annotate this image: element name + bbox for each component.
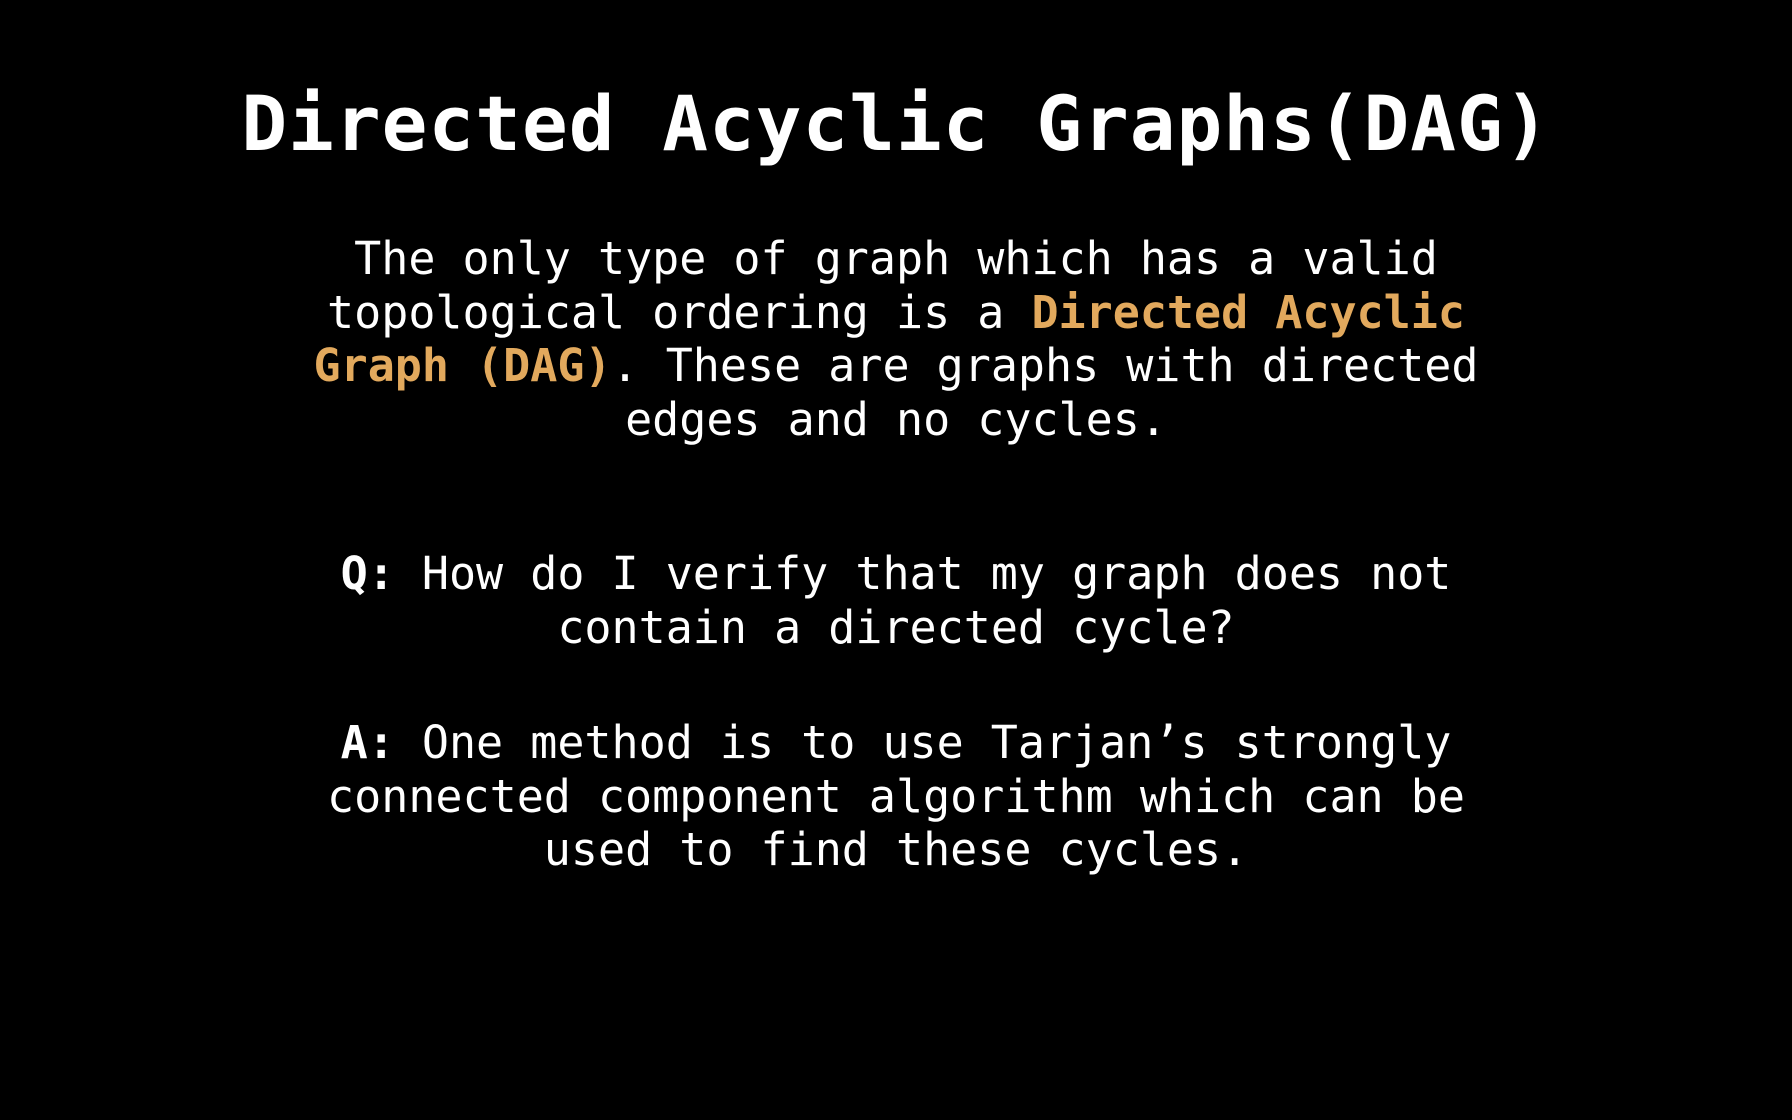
intro-line-3: Graph (DAG). These are graphs with direc… — [0, 339, 1792, 393]
intro-line-2-text: topological ordering is a — [327, 285, 1032, 339]
dag-highlight-part-1: Directed Acyclic — [1031, 285, 1465, 339]
question-paragraph: Q: How do I verify that my graph does no… — [0, 547, 1792, 654]
question-line-2: contain a directed cycle? — [557, 600, 1235, 654]
intro-line-3-text: . These are graphs with directed — [611, 339, 1479, 392]
answer-line-1: A: One method is to use Tarjan’s strongl… — [0, 716, 1792, 770]
answer-line-3: used to find these cycles. — [543, 823, 1249, 876]
intro-line-2: topological ordering is a Directed Acycl… — [0, 286, 1792, 340]
question-label: Q: — [340, 547, 395, 600]
answer-line-2: connected component algorithm which can … — [327, 769, 1465, 823]
answer-line-1-text: One method is to use Tarjan’s strongly — [394, 716, 1452, 769]
slide: Directed Acyclic Graphs(DAG) The only ty… — [0, 0, 1792, 1120]
question-line-1-text: How do I verify that my graph does not — [394, 547, 1452, 600]
dag-highlight-part-2: Graph (DAG) — [313, 339, 612, 392]
intro-line-1: The only type of graph which has a valid — [354, 232, 1438, 285]
answer-paragraph: A: One method is to use Tarjan’s strongl… — [0, 716, 1792, 877]
question-line-1: Q: How do I verify that my graph does no… — [0, 547, 1792, 601]
answer-label: A: — [340, 716, 395, 769]
slide-title: Directed Acyclic Graphs(DAG) — [241, 79, 1551, 168]
intro-line-4: edges and no cycles. — [625, 392, 1167, 446]
intro-paragraph: The only type of graph which has a valid… — [0, 232, 1792, 446]
